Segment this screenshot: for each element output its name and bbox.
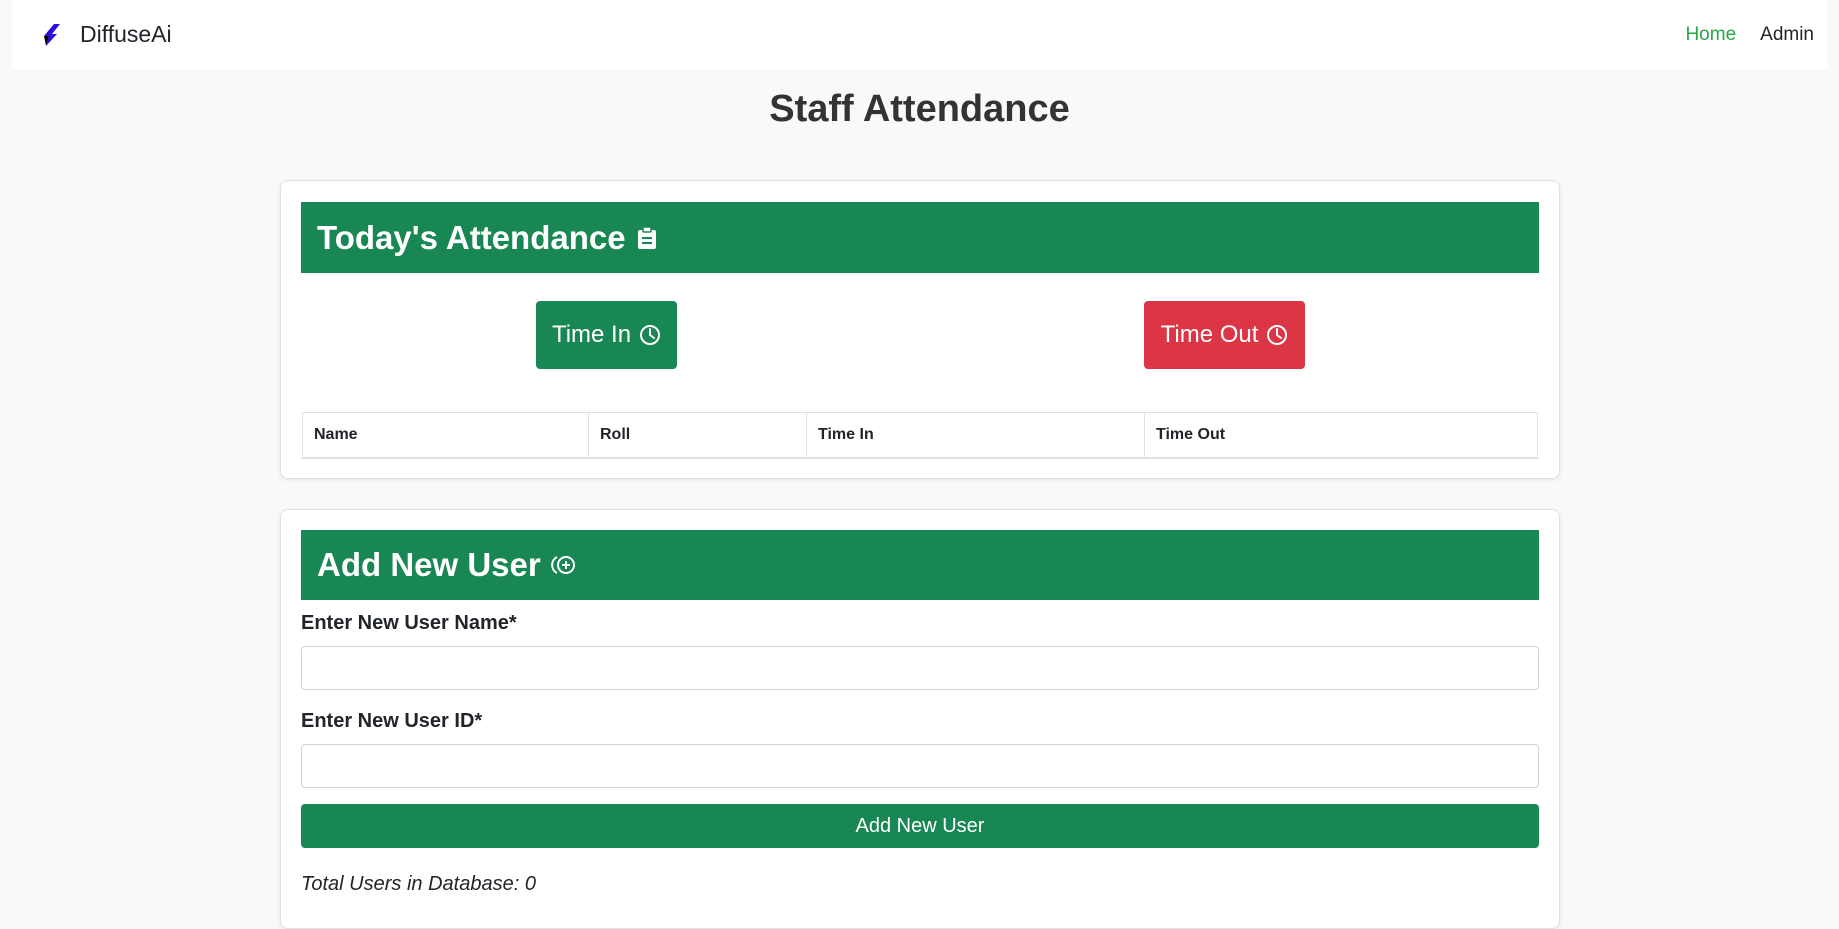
user-name-input[interactable] <box>301 646 1539 690</box>
nav-link-home[interactable]: Home <box>1685 24 1736 46</box>
time-out-button[interactable]: Time Out <box>1144 301 1305 369</box>
time-in-button[interactable]: Time In <box>536 301 677 369</box>
attendance-header-title: Today's Attendance <box>317 218 626 256</box>
user-id-label: Enter New User ID* <box>301 710 483 732</box>
attendance-table: Name Roll Time In Time Out <box>302 412 1538 459</box>
time-in-label: Time In <box>551 321 632 348</box>
add-user-card: Add New User Enter New User Name* Enter … <box>280 509 1560 929</box>
user-name-label: Enter New User Name* <box>301 612 517 634</box>
add-user-card-header: Add New User <box>301 530 1539 600</box>
brand-logo-icon <box>44 23 60 46</box>
column-header-time-in: Time In <box>806 412 1145 459</box>
brand[interactable]: DiffuseAi <box>40 21 172 48</box>
add-user-header-title: Add New User <box>317 546 541 583</box>
attendance-card: Today's Attendance Time In Time Out Name… <box>280 180 1560 479</box>
column-header-time-out: Time Out <box>1144 412 1538 459</box>
clock-icon <box>1266 324 1288 346</box>
clock-icon <box>639 324 661 346</box>
user-id-input[interactable] <box>301 744 1539 788</box>
time-out-label: Time Out <box>1160 321 1259 348</box>
page-title: Staff Attendance <box>769 88 1070 130</box>
navbar: DiffuseAi Home Admin <box>12 0 1827 69</box>
nav-links: Home Admin <box>1661 24 1814 46</box>
total-users-text: Total Users in Database: 0 <box>301 873 536 895</box>
column-header-name: Name <box>302 412 589 459</box>
add-new-user-button[interactable]: Add New User <box>301 804 1539 848</box>
attendance-card-header: Today's Attendance <box>301 202 1539 273</box>
table-header-row: Name Roll Time In Time Out <box>302 412 1538 459</box>
add-circle-icon <box>550 554 577 576</box>
clipboard-icon <box>636 225 658 250</box>
column-header-roll: Roll <box>588 412 807 459</box>
nav-link-admin[interactable]: Admin <box>1760 24 1814 46</box>
brand-name: DiffuseAi <box>80 21 172 47</box>
